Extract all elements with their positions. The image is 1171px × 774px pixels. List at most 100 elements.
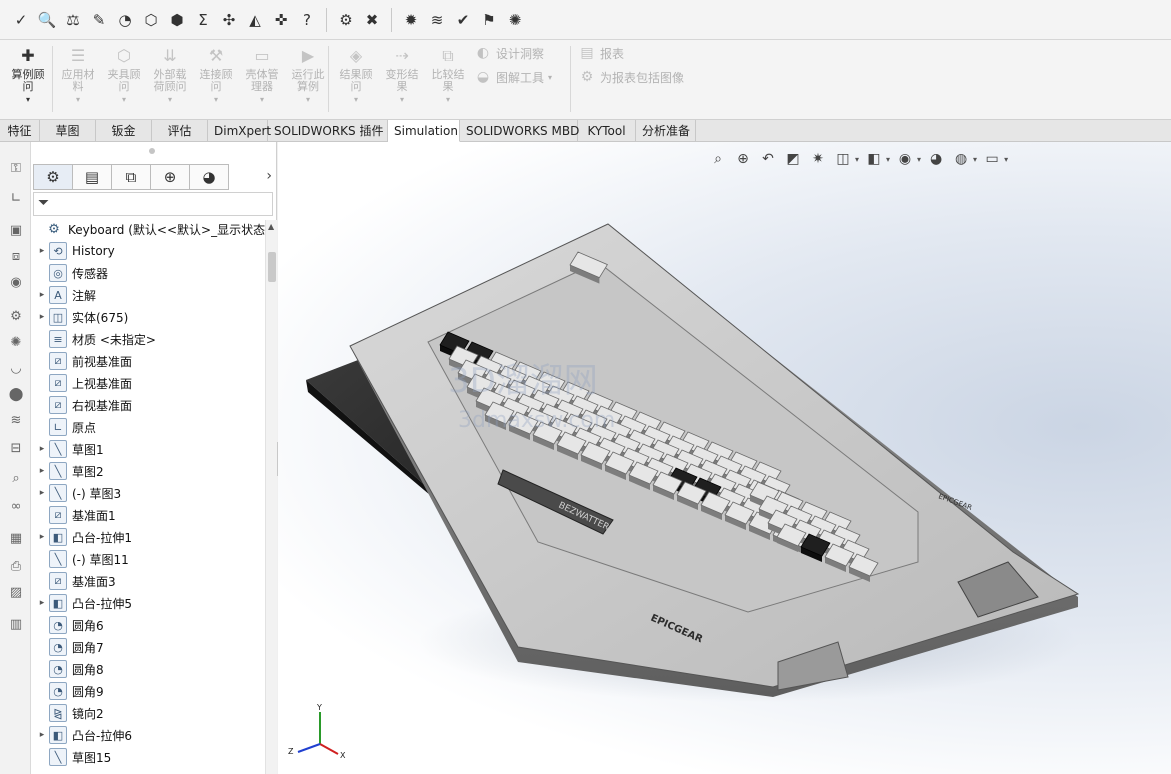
expand-caret-icon[interactable]: ▸ <box>35 246 49 256</box>
split-icon[interactable]: ✜ <box>270 9 292 31</box>
wave-icon[interactable]: ≋ <box>426 9 448 31</box>
pin-icon[interactable]: ⬤ <box>6 384 26 404</box>
configuration-manager-tab[interactable]: ⧉ <box>111 164 151 190</box>
tab-钣金[interactable]: 钣金 <box>96 120 152 142</box>
study-advisor-button[interactable]: ✚ 算例顾问 ▾ <box>6 43 50 119</box>
search-icon[interactable]: ⌕ <box>6 468 26 488</box>
plot-tools-button[interactable]: ◒ 图解工具 ▾ <box>474 68 552 86</box>
tree-scrollbar[interactable]: ▲ <box>265 220 277 774</box>
scroll-thumb[interactable] <box>268 252 276 282</box>
tree-node[interactable]: ◔ 圆角7 <box>35 636 104 658</box>
tab-dimxpert[interactable]: DimXpert <box>208 120 271 142</box>
graphics-area[interactable]: ⌕ ⊕ ↶ ◩ ✷ ◫ ▾ ◧ ▾ ◉ ▾ ◕ ◍ ▾ ▭ ▾ BEZWATTE… <box>278 142 1171 774</box>
filter-icon[interactable]: ⏷ <box>38 195 49 211</box>
load-advisor-button[interactable]: ⇊ 外部载荷顾问 ▾ <box>148 43 192 119</box>
tree-node[interactable]: ◔ 圆角9 <box>35 680 104 702</box>
tree-node[interactable]: ▸ ╲ (-) 草图3 <box>35 482 121 504</box>
tab-kytool[interactable]: KYTool <box>578 120 636 142</box>
property-manager-tab[interactable]: ▤ <box>72 164 112 190</box>
keyboard-model[interactable]: BEZWATTER EPICGEAR EPICGEAR 3D溜溜网 3dmaxs… <box>278 142 1171 774</box>
tree-node[interactable]: ▸ ◫ 实体(675) <box>35 306 128 328</box>
expand-panel-icon[interactable]: › <box>266 168 272 184</box>
sum-icon[interactable]: Σ <box>192 9 214 31</box>
feature-tree-tab[interactable]: ⚙ <box>33 164 73 190</box>
settings-check-icon[interactable]: ⚙ <box>335 9 357 31</box>
export-excel-icon[interactable]: ✖ <box>361 9 383 31</box>
panel-grip[interactable] <box>149 148 155 154</box>
tree-node[interactable]: ⧄ 上视基准面 <box>35 372 132 394</box>
shell-manager-button[interactable]: ▭ 壳体管理器 ▾ <box>240 43 284 119</box>
report-doc-icon[interactable]: ▥ <box>6 614 26 634</box>
tree-node[interactable]: ⧄ 基准面1 <box>35 504 116 526</box>
assembly-icon[interactable]: ⧈ <box>6 246 26 266</box>
question-doc-icon[interactable]: ? <box>296 9 318 31</box>
tree-node[interactable]: ▸ ╲ 草图1 <box>35 438 104 460</box>
tree-node[interactable]: ⧄ 前视基准面 <box>35 350 132 372</box>
tree-node[interactable]: ∟ 原点 <box>35 416 96 438</box>
tab-solidworks-插件[interactable]: SOLIDWORKS 插件 <box>268 120 388 142</box>
deformed-result-button[interactable]: ⇢ 变形结果 ▾ <box>380 43 424 119</box>
tree-node[interactable]: ◔ 圆角6 <box>35 614 104 636</box>
connection-advisor-button[interactable]: ⚒ 连接顾问 ▾ <box>194 43 238 119</box>
tree-node[interactable]: ⧄ 右视基准面 <box>35 394 132 416</box>
spell-check-icon[interactable]: ✓ <box>10 9 32 31</box>
tree-node[interactable]: ≡ 材质 <未指定> <box>35 328 156 350</box>
gear-icon[interactable]: ⚙ <box>6 306 26 326</box>
dimxpert-manager-tab[interactable]: ⊕ <box>150 164 190 190</box>
compare-results-button[interactable]: ⧉ 比较结果 ▾ <box>426 43 470 119</box>
axis-icon[interactable]: ∟ <box>6 188 26 208</box>
tree-node[interactable]: ╲ (-) 草图11 <box>35 548 129 570</box>
tree-node[interactable]: ╲ 草图15 <box>35 746 111 768</box>
mirror-icon[interactable]: ◭ <box>244 9 266 31</box>
sphere-icon[interactable]: ◉ <box>6 272 26 292</box>
tab-评估[interactable]: 评估 <box>152 120 208 142</box>
cube-check-icon[interactable]: ⬡ <box>140 9 162 31</box>
report-button[interactable]: ▤ 报表 <box>578 44 624 62</box>
tab-solidworks-mbd[interactable]: SOLIDWORKS MBD <box>460 120 579 142</box>
globe-icon[interactable]: ✺ <box>504 9 526 31</box>
fixture-advisor-button[interactable]: ⬡ 夹具顾问 ▾ <box>102 43 146 119</box>
printer-icon[interactable]: ⎙ <box>6 556 26 576</box>
expand-caret-icon[interactable]: ▸ <box>35 730 49 740</box>
cross-arrows-icon[interactable]: ✣ <box>218 9 240 31</box>
tree-node[interactable]: ▸ ╲ 草图2 <box>35 460 104 482</box>
image-icon[interactable]: ▨ <box>6 582 26 602</box>
include-image-button[interactable]: ⚙ 为报表包括图像 <box>578 68 684 86</box>
tab-分析准备[interactable]: 分析准备 <box>636 120 696 142</box>
tree-node[interactable]: ▸ A 注解 <box>35 284 96 306</box>
excel-icon[interactable]: ▦ <box>6 528 26 548</box>
gauge-icon[interactable]: ◔ <box>114 9 136 31</box>
find-icon[interactable]: 🔍 <box>36 9 58 31</box>
tree-node[interactable]: ▸ ◧ 凸台-拉伸6 <box>35 724 132 746</box>
scroll-up-icon[interactable]: ▲ <box>268 222 274 231</box>
apply-material-button[interactable]: ☰ 应用材料 ▾ <box>56 43 100 119</box>
tab-simulation[interactable]: Simulation <box>388 120 460 142</box>
cog-sphere-icon[interactable]: ✺ <box>6 332 26 352</box>
expand-caret-icon[interactable]: ▸ <box>35 598 49 608</box>
expand-caret-icon[interactable]: ▸ <box>35 488 49 498</box>
expand-caret-icon[interactable]: ▸ <box>35 444 49 454</box>
tree-filter[interactable]: ⏷ <box>33 192 273 216</box>
tree-node[interactable]: ▸ ◧ 凸台-拉伸5 <box>35 592 132 614</box>
tree-node[interactable]: ⚙ Keyboard (默认<<默认>_显示状态 1 <box>31 218 265 240</box>
results-advisor-button[interactable]: ◈ 结果顾问 ▾ <box>334 43 378 119</box>
cylinder-icon[interactable]: ⊟ <box>6 438 26 458</box>
analysis-icon[interactable]: ✹ <box>400 9 422 31</box>
tab-特征[interactable]: 特征 <box>0 120 40 142</box>
expand-caret-icon[interactable]: ▸ <box>35 466 49 476</box>
monitor-icon[interactable]: ▣ <box>6 220 26 240</box>
tree-node[interactable]: ▸ ◧ 凸台-拉伸1 <box>35 526 132 548</box>
tab-草图[interactable]: 草图 <box>40 120 96 142</box>
display-manager-tab[interactable]: ◕ <box>189 164 229 190</box>
flag-icon[interactable]: ⚑ <box>478 9 500 31</box>
balance-icon[interactable]: ⚖ <box>62 9 84 31</box>
check-circle-icon[interactable]: ✔ <box>452 9 474 31</box>
expand-caret-icon[interactable]: ▸ <box>35 312 49 322</box>
expand-caret-icon[interactable]: ▸ <box>35 290 49 300</box>
expand-caret-icon[interactable]: ▸ <box>35 532 49 542</box>
binoculars-icon[interactable]: ∞ <box>6 496 26 516</box>
run-study-button[interactable]: ▶ 运行此算例 ▾ <box>286 43 330 119</box>
tree-node[interactable]: ⧄ 基准面3 <box>35 570 116 592</box>
tree-node[interactable]: ◔ 圆角8 <box>35 658 104 680</box>
edit-sheet-icon[interactable]: ✎ <box>88 9 110 31</box>
